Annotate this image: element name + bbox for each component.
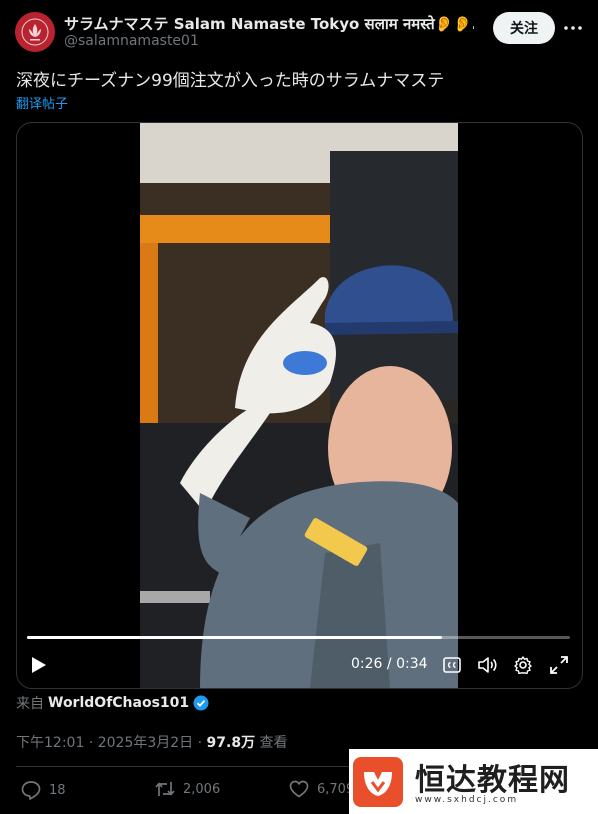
- meta-dot: ·: [197, 735, 203, 751]
- heart-icon: [289, 780, 309, 798]
- watermark-title: 恒达教程网: [415, 763, 570, 798]
- watermark-logo-icon: [353, 756, 403, 807]
- meta-dot: ·: [88, 735, 94, 751]
- reply-count: 18: [49, 782, 66, 798]
- views-label: 查看: [259, 735, 288, 751]
- follow-button[interactable]: 关注: [493, 12, 555, 44]
- post-time[interactable]: 下午12:01: [16, 735, 84, 751]
- tweet-text: 深夜にチーズナン99個注文が入った時のサラムナマステ: [16, 71, 445, 91]
- video-time-separator: /: [386, 656, 392, 672]
- repost-button[interactable]: 2,006: [155, 780, 220, 798]
- captions-icon[interactable]: [441, 651, 463, 679]
- view-count: 97.8万: [206, 735, 256, 751]
- post-meta: 下午12:01 · 2025年3月2日 · 97.8万 查看: [16, 732, 288, 752]
- lotus-logo-icon: [21, 18, 49, 46]
- video-frame[interactable]: [140, 123, 458, 688]
- video-current-time: 0:26: [351, 656, 383, 672]
- watermark-url: www.sxhdcj.com: [415, 795, 519, 805]
- reply-icon: [21, 781, 41, 800]
- video-duration: 0:34: [396, 656, 428, 672]
- site-watermark: 恒达教程网 www.sxhdcj.com: [349, 749, 598, 814]
- play-icon[interactable]: [27, 651, 51, 679]
- video-time: 0:26 / 0:34: [351, 656, 428, 672]
- repost-count: 2,006: [183, 781, 221, 797]
- verified-badge-icon: [193, 695, 209, 711]
- reply-button[interactable]: 18: [21, 780, 66, 800]
- video-source: 来自 WorldOfChaos101: [16, 693, 209, 713]
- repost-icon: [155, 782, 175, 796]
- video-progress-fill: [27, 636, 443, 639]
- translate-post-link[interactable]: 翻译帖子: [16, 93, 68, 112]
- source-prefix: 来自: [16, 696, 44, 712]
- like-button[interactable]: 6,709: [289, 780, 354, 798]
- avatar[interactable]: [15, 12, 55, 52]
- video-player[interactable]: 0:26 / 0:34: [16, 122, 583, 689]
- volume-icon[interactable]: [476, 651, 498, 679]
- video-progress-bar[interactable]: [27, 636, 570, 639]
- author-handle[interactable]: @salamnamaste01: [64, 33, 199, 49]
- settings-gear-icon[interactable]: [512, 651, 534, 679]
- more-options-icon[interactable]: [560, 14, 586, 42]
- post-date[interactable]: 2025年3月2日: [98, 735, 193, 751]
- source-account-link[interactable]: WorldOfChaos101: [48, 695, 189, 711]
- author-display-name[interactable]: サラムナマステ Salam Namaste Tokyo सलाम नमस्ते👂…: [64, 13, 474, 34]
- fullscreen-icon[interactable]: [548, 651, 570, 679]
